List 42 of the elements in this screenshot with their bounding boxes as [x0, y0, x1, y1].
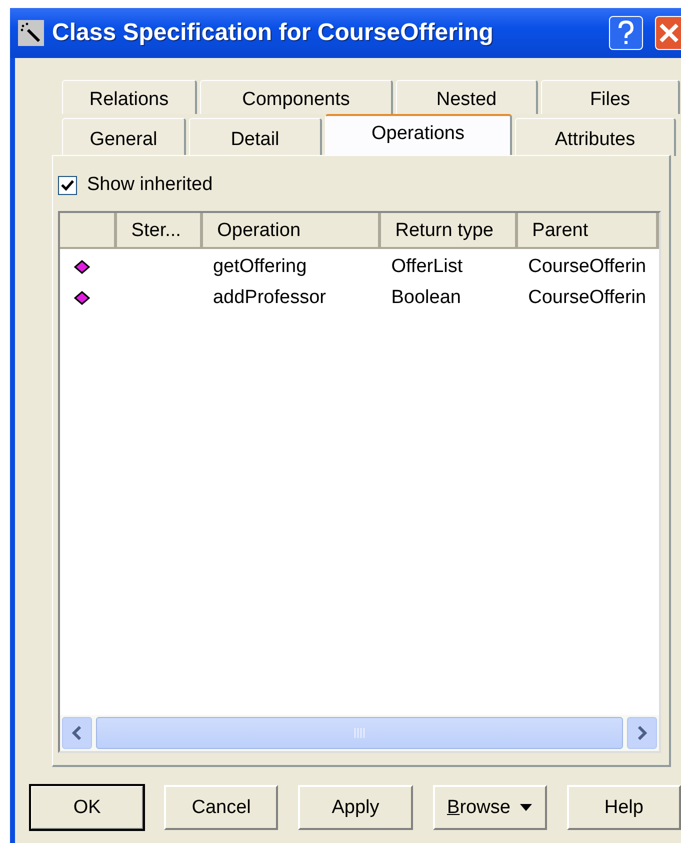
close-icon	[658, 22, 680, 44]
wand-icon	[18, 20, 44, 46]
tab[interactable]: Nested	[396, 80, 538, 114]
table-cell: CourseOfferin	[528, 256, 646, 278]
tab[interactable]: Detail	[189, 118, 322, 156]
grip-icon	[354, 728, 366, 738]
window-title: Class Specification for CourseOffering	[52, 19, 494, 47]
dialog-button[interactable]: Browse	[432, 785, 547, 830]
tab[interactable]: Attributes	[515, 118, 676, 156]
column-header[interactable]: Return type	[381, 213, 518, 247]
table-cell: OfferList	[391, 256, 463, 278]
diamond-icon	[74, 290, 90, 304]
dialog-button[interactable]: Help	[566, 785, 681, 830]
tab[interactable]: Operations	[325, 114, 512, 156]
table-cell: CourseOfferin	[528, 286, 646, 308]
checkbox[interactable]	[58, 176, 77, 194]
tab[interactable]: Relations	[62, 80, 197, 114]
chevron-right-icon	[637, 726, 647, 740]
tab[interactable]: General	[62, 118, 186, 156]
scrollbar-thumb[interactable]	[96, 717, 623, 749]
chevron-left-icon	[72, 726, 82, 740]
horizontal-scrollbar[interactable]	[60, 715, 659, 751]
table-cell: addProfessor	[212, 286, 326, 308]
scroll-left-button[interactable]	[62, 717, 92, 749]
column-header[interactable]: Parent	[518, 213, 659, 247]
table-cell: Boolean	[391, 286, 461, 308]
dialog-button[interactable]: OK	[30, 785, 144, 830]
checkmark-icon	[61, 178, 74, 192]
help-button[interactable]	[609, 16, 643, 50]
checkbox-label: Show inherited	[87, 174, 213, 196]
close-button[interactable]	[655, 16, 681, 50]
table-cell: getOffering	[212, 256, 307, 278]
tab[interactable]: Components	[200, 80, 393, 114]
tab[interactable]: Files	[541, 80, 680, 114]
scroll-right-button[interactable]	[627, 717, 657, 749]
column-header[interactable]: Ster...	[117, 213, 204, 247]
dialog-button[interactable]: Cancel	[164, 785, 278, 830]
diamond-icon	[74, 260, 90, 274]
question-mark-icon	[617, 20, 635, 46]
caret-down-icon	[520, 804, 532, 812]
dialog-button[interactable]: Apply	[298, 785, 413, 830]
column-header[interactable]: Operation	[203, 213, 382, 247]
